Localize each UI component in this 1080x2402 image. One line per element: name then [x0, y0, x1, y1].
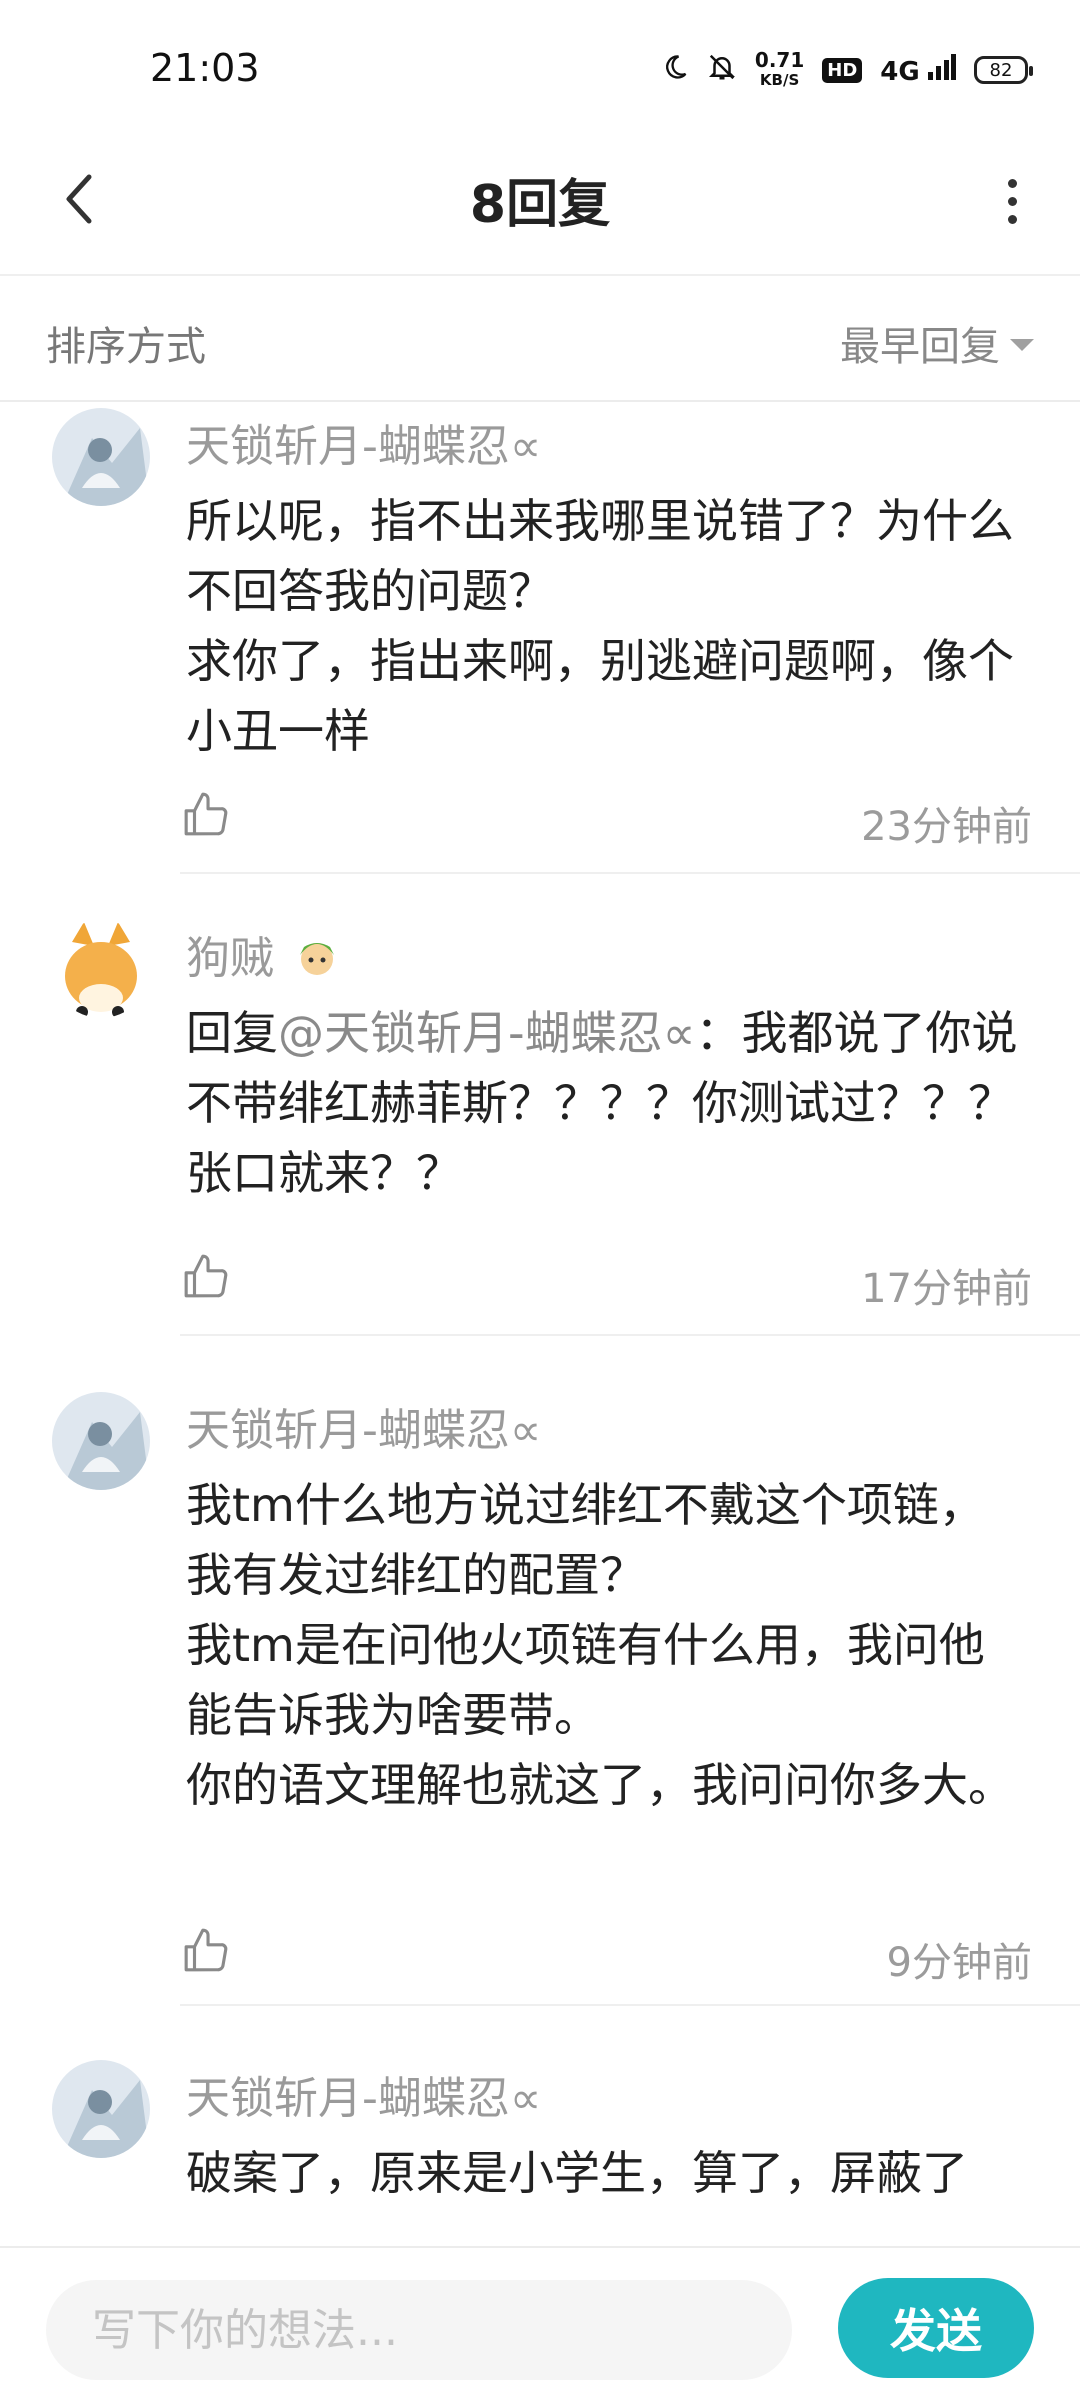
- sort-bar: 排序方式 最早回复: [0, 276, 1080, 402]
- reply-author[interactable]: 天锁斩月-蝴蝶忍∝: [186, 1394, 541, 1458]
- status-time: 21:03: [150, 46, 260, 90]
- reply-content: 我tm什么地方说过绯红不戴这个项链，我有发过绯红的配置？ 我tm是在问他火项链有…: [186, 1478, 1014, 1812]
- signal-icon: 4G: [880, 53, 956, 87]
- avatar[interactable]: [52, 1392, 150, 1490]
- battery-icon: 82: [974, 56, 1033, 84]
- reply-item: 天锁斩月-蝴蝶忍∝ 所以呢，指不出来我哪里说错了？为什么不回答我的问题？ 求你了…: [0, 402, 1080, 874]
- avatar[interactable]: [52, 2060, 150, 2158]
- page-title: 8回复: [469, 175, 611, 235]
- sort-dropdown[interactable]: 最早回复: [840, 314, 1034, 372]
- thumbs-up-icon[interactable]: [182, 1252, 232, 1302]
- avatar[interactable]: [52, 920, 150, 1018]
- more-options-button[interactable]: [992, 166, 1032, 236]
- header-bar: 8回复: [0, 140, 1080, 276]
- sort-label: 排序方式: [46, 324, 206, 370]
- send-button[interactable]: 发送: [838, 2278, 1034, 2378]
- more-dot-icon: [1007, 178, 1017, 188]
- status-icons: 0.71 KB/S HD 4G 82: [661, 48, 1033, 90]
- reply-author[interactable]: 狗贼: [186, 922, 340, 986]
- reply-content: 回复@天锁斩月-蝴蝶忍∝：我都说了你说不带绯红赫菲斯？？？？你测试过？？？张口就…: [186, 1006, 1018, 1200]
- reply-time: 23分钟前: [861, 804, 1032, 850]
- moon-icon: [661, 53, 689, 88]
- avatar[interactable]: [52, 408, 150, 506]
- reply-list: 天锁斩月-蝴蝶忍∝ 所以呢，指不出来我哪里说错了？为什么不回答我的问题？ 求你了…: [0, 402, 1080, 2238]
- reply-time: 9分钟前: [886, 1940, 1032, 1986]
- hd-icon: HD: [822, 57, 863, 83]
- caret-down-icon: [1010, 339, 1034, 351]
- bell-muted-icon: [707, 52, 737, 89]
- reply-content: 破案了，原来是小学生，算了，屏蔽了: [186, 2146, 968, 2200]
- reply-item: 狗贼 回复@天锁斩月-蝴蝶忍∝：我都说了你说不带绯红赫菲斯？？？？你测试过？？？…: [0, 874, 1080, 1336]
- reply-author-name: 狗贼: [186, 933, 274, 984]
- reply-input[interactable]: [46, 2280, 792, 2380]
- reply-author[interactable]: 天锁斩月-蝴蝶忍∝: [186, 2062, 541, 2126]
- character-badge-icon: [300, 943, 334, 975]
- reply-content: 所以呢，指不出来我哪里说错了？为什么不回答我的问题？ 求你了，指出来啊，别逃避问…: [186, 494, 1014, 758]
- more-dot-icon: [1007, 214, 1017, 224]
- status-bar: 21:03 0.71 KB/S HD 4G 82: [0, 0, 1080, 140]
- net-speed: 0.71 KB/S: [754, 48, 805, 89]
- reply-item: 天锁斩月-蝴蝶忍∝ 我tm什么地方说过绯红不戴这个项链，我有发过绯红的配置？ 我…: [0, 1336, 1080, 2006]
- reply-item: 天锁斩月-蝴蝶忍∝ 破案了，原来是小学生，算了，屏蔽了: [0, 2006, 1080, 2238]
- reply-composer: 发送: [0, 2246, 1080, 2402]
- sort-value-label: 最早回复: [840, 324, 1000, 370]
- more-dot-icon: [1007, 196, 1017, 206]
- mention-link[interactable]: @天锁斩月-蝴蝶忍∝: [278, 1006, 695, 1060]
- thumbs-up-icon[interactable]: [182, 790, 232, 840]
- reply-time: 17分钟前: [861, 1266, 1032, 1312]
- thumbs-up-icon[interactable]: [182, 1926, 232, 1976]
- reply-author[interactable]: 天锁斩月-蝴蝶忍∝: [186, 410, 541, 474]
